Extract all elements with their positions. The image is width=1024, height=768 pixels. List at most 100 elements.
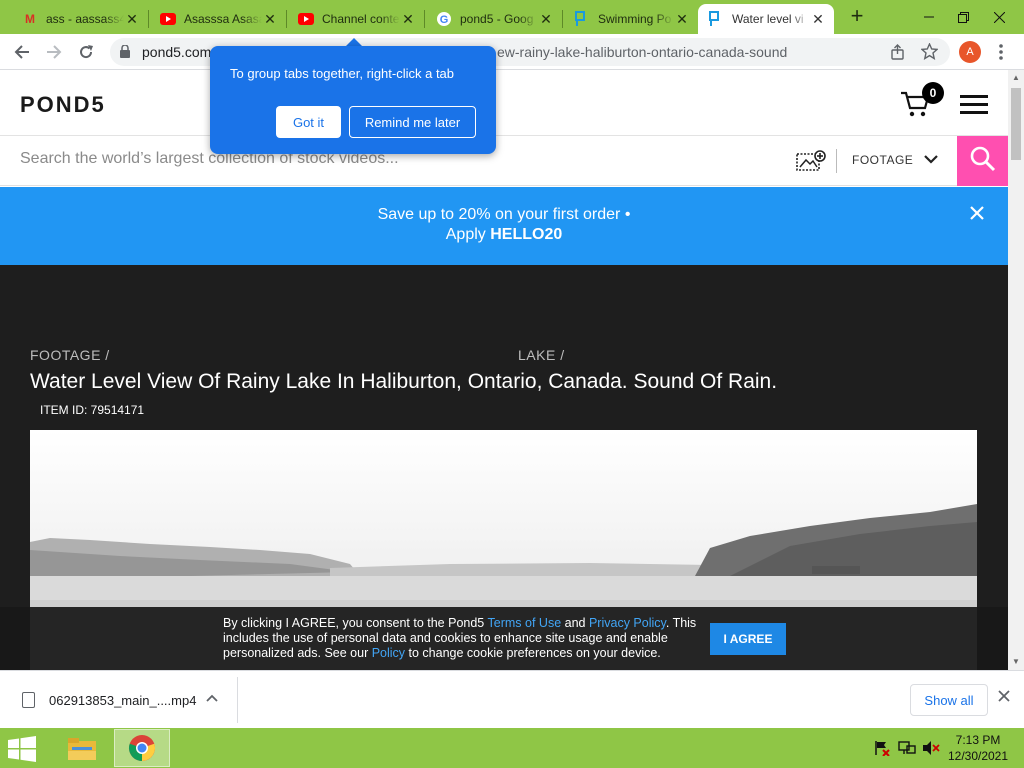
tab-close-icon[interactable]: ✕ (810, 11, 826, 28)
promo-code: HELLO20 (490, 226, 563, 243)
breadcrumb-lake[interactable]: LAKE / (518, 347, 565, 363)
profile-avatar[interactable]: A (959, 41, 981, 63)
tab-google[interactable]: G pond5 - Goog ✕ (426, 4, 562, 34)
tab-youtube-1[interactable]: Asasssa Asasa ✕ (150, 4, 286, 34)
network-icon[interactable] (898, 740, 916, 756)
tab-pond5-swimming[interactable]: Swimming Po ✕ (564, 4, 698, 34)
download-filename[interactable]: 062913853_main_....mp4 (49, 693, 196, 708)
tab-strip: M ass - aassass4 ✕ Asasssa Asasa ✕ Chann… (0, 0, 1024, 34)
gmail-icon: M (25, 12, 35, 26)
tab-title: ass - aassass4 (46, 12, 124, 26)
file-icon (22, 692, 35, 708)
volume-muted-icon[interactable] (922, 740, 940, 756)
tab-separator (148, 10, 149, 28)
youtube-icon (298, 11, 314, 27)
scroll-up-icon[interactable]: ▲ (1008, 70, 1024, 86)
restore-icon[interactable] (946, 0, 980, 34)
tab-group-tip-popup: To group tabs together, right-click a ta… (210, 46, 496, 154)
privacy-policy-link[interactable]: Privacy Policy (589, 616, 666, 630)
cookie-text-part: and (561, 616, 589, 630)
tab-separator (286, 10, 287, 28)
pond5-icon (574, 11, 590, 27)
clock-date: 12/30/2021 (947, 749, 1009, 763)
scroll-thumb[interactable] (1011, 88, 1021, 160)
pond5-logo[interactable]: POND5 (20, 92, 106, 118)
url-host: pond5.com (142, 44, 212, 60)
tab-gmail[interactable]: M ass - aassass4 ✕ (12, 4, 148, 34)
pond5-icon (708, 11, 724, 27)
file-explorer-icon[interactable] (54, 729, 110, 767)
forward-icon[interactable] (42, 40, 66, 64)
tab-close-icon[interactable]: ✕ (674, 11, 690, 28)
tab-close-icon[interactable]: ✕ (400, 11, 416, 28)
tab-youtube-2[interactable]: Channel conte ✕ (288, 4, 424, 34)
tab-title: Channel conte (322, 12, 400, 26)
cookie-text: By clicking I AGREE, you consent to the … (223, 616, 703, 661)
tab-title: Asasssa Asasa (184, 12, 262, 26)
share-icon[interactable] (890, 44, 906, 65)
browser-menu-icon[interactable] (998, 43, 1004, 66)
tab-pond5-water-level[interactable]: Water level vi ✕ (698, 4, 834, 34)
tab-separator (562, 10, 563, 28)
clock-time: 7:13 PM (955, 733, 1001, 747)
policy-link[interactable]: Policy (372, 646, 405, 660)
site-header: POND5 0 (0, 70, 1008, 136)
search-icon (970, 146, 996, 177)
cookie-text-part: to change cookie preferences on your dev… (405, 646, 661, 660)
scroll-down-icon[interactable]: ▼ (1008, 654, 1024, 670)
hamburger-menu-icon[interactable] (960, 95, 988, 114)
back-icon[interactable] (10, 40, 34, 64)
chevron-up-icon[interactable] (206, 691, 218, 705)
promo-apply-label: Apply (445, 226, 491, 243)
download-shelf: 062913853_main_....mp4 Show all (0, 670, 1024, 728)
tab-close-icon[interactable]: ✕ (538, 11, 554, 28)
bookmark-star-icon[interactable] (920, 42, 939, 65)
action-center-flag-icon[interactable] (874, 740, 890, 757)
promo-code-line: Apply HELLO20 (0, 226, 1008, 244)
cart-count-badge: 0 (922, 82, 944, 104)
media-type-select[interactable]: FOOTAGE (852, 153, 913, 167)
agree-button[interactable]: I AGREE (710, 623, 786, 655)
svg-text:G: G (440, 14, 449, 26)
tab-close-icon[interactable]: ✕ (262, 11, 278, 28)
close-icon[interactable] (998, 689, 1010, 707)
tab-title: Water level vi (732, 12, 804, 26)
popup-message: To group tabs together, right-click a ta… (230, 66, 455, 81)
reload-icon[interactable] (74, 40, 98, 64)
download-divider (237, 677, 238, 723)
got-it-button[interactable]: Got it (276, 106, 341, 138)
promo-banner: Save up to 20% on your first order • App… (0, 187, 1008, 265)
chevron-down-icon[interactable] (924, 151, 938, 167)
terms-link[interactable]: Terms of Use (488, 616, 562, 630)
close-icon[interactable] (970, 204, 984, 225)
search-button[interactable] (957, 136, 1008, 186)
remind-later-button[interactable]: Remind me later (349, 106, 476, 138)
promo-text: Save up to 20% on your first order • (377, 206, 631, 223)
browser-toolbar: pond5.com ew-rainy-lake-haliburton-ontar… (0, 34, 1024, 70)
chrome-taskbar-icon[interactable] (114, 729, 170, 767)
tab-separator (424, 10, 425, 28)
visual-search-icon[interactable] (796, 150, 826, 172)
item-id: ITEM ID: 79514171 (40, 403, 145, 417)
page-title: Water Level View Of Rainy Lake In Halibu… (30, 370, 778, 393)
minimize-icon[interactable] (912, 0, 946, 34)
system-clock[interactable]: 7:13 PM 12/30/2021 (946, 732, 1010, 764)
search-bar: FOOTAGE (0, 136, 1008, 186)
search-divider (836, 149, 837, 173)
tab-title: Swimming Po (598, 12, 672, 26)
cookie-banner: By clicking I AGREE, you consent to the … (0, 607, 1008, 670)
new-tab-button[interactable]: + (846, 5, 868, 28)
show-all-button[interactable]: Show all (910, 684, 988, 716)
screen: M ass - aassass4 ✕ Asasssa Asasa ✕ Chann… (0, 0, 1024, 768)
breadcrumb-footage[interactable]: FOOTAGE / (30, 347, 110, 363)
url-path: ew-rainy-lake-haliburton-ontario-canada-… (497, 44, 788, 60)
lock-icon (120, 44, 130, 63)
youtube-icon (160, 11, 176, 27)
windows-start-icon[interactable] (8, 736, 38, 762)
page-scrollbar[interactable]: ▲ ▼ (1008, 70, 1024, 670)
windows-taskbar: 7:13 PM 12/30/2021 (0, 728, 1024, 768)
tab-title: pond5 - Goog (460, 12, 534, 26)
tab-close-icon[interactable]: ✕ (124, 11, 140, 28)
cookie-text-part: By clicking I AGREE, you consent to the … (223, 616, 488, 630)
window-close-icon[interactable] (982, 0, 1016, 34)
